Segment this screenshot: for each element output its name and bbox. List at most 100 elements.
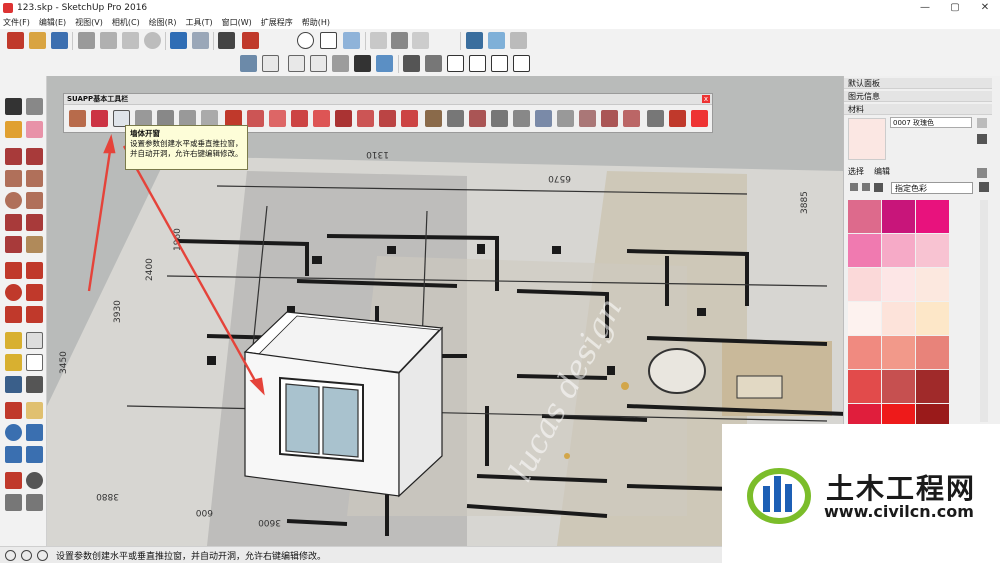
save-icon[interactable] <box>51 32 68 49</box>
layer-icon[interactable] <box>647 110 664 127</box>
paint-tool-icon[interactable] <box>601 110 618 127</box>
material-swatch[interactable] <box>916 302 949 335</box>
protractor-icon[interactable] <box>5 354 22 371</box>
arc-icon[interactable] <box>5 214 22 231</box>
warehouse-icon[interactable] <box>412 32 429 49</box>
make-component-icon[interactable] <box>26 98 43 115</box>
xray-icon[interactable] <box>376 55 393 72</box>
wall-icon[interactable] <box>69 110 86 127</box>
arc3-icon[interactable] <box>5 236 22 253</box>
open-folder-icon[interactable] <box>29 32 46 49</box>
uv-icon[interactable] <box>535 110 552 127</box>
material-options-icon[interactable] <box>977 134 987 144</box>
entity-info-section[interactable]: 图元信息 <box>844 91 992 102</box>
collection-dropdown[interactable]: 指定色彩 <box>891 182 973 194</box>
extend-icon[interactable] <box>357 110 374 127</box>
front-view-icon[interactable] <box>288 55 305 72</box>
material-swatch[interactable] <box>848 234 881 267</box>
details-icon[interactable] <box>979 182 989 192</box>
push-pull-icon[interactable] <box>26 262 43 279</box>
redo-icon[interactable] <box>192 32 209 49</box>
material-swatch[interactable] <box>848 200 881 233</box>
photo-texture-icon[interactable] <box>466 32 483 49</box>
right-view-icon[interactable] <box>310 55 327 72</box>
suapp-toolbar-title[interactable]: SUAPP基本工具栏 <box>64 94 712 105</box>
extension-icon[interactable] <box>343 32 360 49</box>
trim-icon[interactable] <box>379 110 396 127</box>
upload-icon[interactable] <box>488 32 505 49</box>
model-info-icon[interactable] <box>242 32 259 49</box>
textured-icon[interactable] <box>469 55 486 72</box>
material-swatch[interactable] <box>916 370 949 403</box>
offset-icon[interactable] <box>26 306 43 323</box>
extrude-icon[interactable] <box>447 110 464 127</box>
hidden-line-icon[interactable] <box>425 55 442 72</box>
material-swatch[interactable] <box>916 268 949 301</box>
loft-icon[interactable] <box>491 110 508 127</box>
download-icon[interactable] <box>510 32 527 49</box>
menu-draw[interactable]: 绘图(R) <box>149 17 177 28</box>
undo-icon[interactable] <box>170 32 187 49</box>
credits-icon[interactable] <box>21 549 32 561</box>
suapp-logo-icon[interactable] <box>691 110 708 127</box>
push-tool-icon[interactable] <box>469 110 486 127</box>
dimension-icon[interactable] <box>26 332 43 349</box>
copy-icon[interactable] <box>100 32 117 49</box>
material-swatch[interactable] <box>848 336 881 369</box>
select-arrow-icon[interactable] <box>5 98 22 115</box>
look-around-icon[interactable] <box>26 472 43 489</box>
menu-help[interactable]: 帮助(H) <box>302 17 330 28</box>
iso-view-icon[interactable] <box>240 55 257 72</box>
eraser-icon[interactable] <box>26 121 43 138</box>
zoom-extents-icon[interactable] <box>5 446 22 463</box>
tape-measure-icon[interactable] <box>5 332 22 349</box>
align-icon[interactable] <box>557 110 574 127</box>
move-icon[interactable] <box>5 262 22 279</box>
new-file-icon[interactable] <box>7 32 24 49</box>
circle-icon[interactable] <box>5 192 22 209</box>
material-swatch[interactable] <box>882 200 915 233</box>
top-view-icon[interactable] <box>262 55 279 72</box>
previous-view-icon[interactable] <box>26 446 43 463</box>
follow-me-icon[interactable] <box>26 284 43 301</box>
3d-text-icon[interactable] <box>26 376 43 393</box>
menu-edit[interactable]: 编辑(E) <box>39 17 66 28</box>
sample-paint-icon[interactable] <box>977 168 987 178</box>
plugin-icon[interactable] <box>669 110 686 127</box>
polygon-icon[interactable] <box>26 192 43 209</box>
shaded-icon[interactable] <box>447 55 464 72</box>
help-icon[interactable] <box>37 549 48 561</box>
pen-icon[interactable] <box>623 110 640 127</box>
zoom-window-icon[interactable] <box>26 424 43 441</box>
material-name-field[interactable]: 0007 玫瑰色 <box>890 117 972 128</box>
model-check-icon[interactable] <box>297 32 314 49</box>
curve-icon[interactable] <box>247 110 264 127</box>
position-camera-icon[interactable] <box>5 472 22 489</box>
material-swatch[interactable] <box>916 234 949 267</box>
axes-icon[interactable] <box>5 376 22 393</box>
scale-icon[interactable] <box>5 306 22 323</box>
material-swatch[interactable] <box>882 336 915 369</box>
geo-location-icon[interactable] <box>5 549 16 561</box>
solid-icon[interactable] <box>425 110 442 127</box>
join-icon[interactable] <box>335 110 352 127</box>
menu-window[interactable]: 窗口(W) <box>222 17 252 28</box>
material-swatch[interactable] <box>882 370 915 403</box>
home-icon[interactable] <box>874 183 883 192</box>
text-icon[interactable] <box>26 354 43 371</box>
pencil-line-icon[interactable] <box>5 148 22 165</box>
material-swatch[interactable] <box>848 302 881 335</box>
freehand-icon[interactable] <box>26 148 43 165</box>
material-swatch[interactable] <box>848 268 881 301</box>
menu-view[interactable]: 视图(V) <box>75 17 103 28</box>
material-swatch[interactable] <box>916 336 949 369</box>
forward-icon[interactable] <box>862 183 870 191</box>
door-icon[interactable] <box>91 110 108 127</box>
paint-bucket-icon[interactable] <box>5 121 22 138</box>
paste-icon[interactable] <box>122 32 139 49</box>
menu-camera[interactable]: 相机(C) <box>112 17 140 28</box>
material-swatch[interactable] <box>882 234 915 267</box>
material-swatch[interactable] <box>848 370 881 403</box>
section-plane-icon[interactable] <box>26 494 43 511</box>
window-box-model[interactable] <box>243 311 444 498</box>
